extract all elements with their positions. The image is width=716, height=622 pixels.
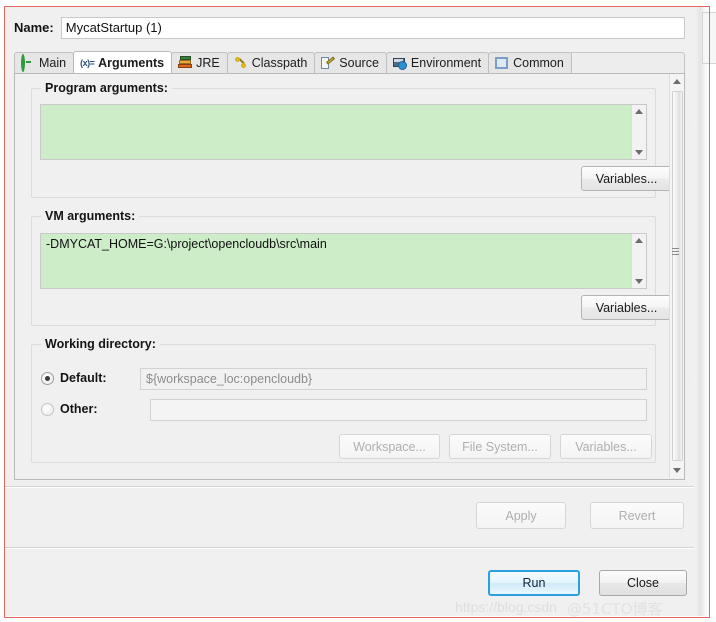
close-button-label: Close <box>627 576 659 590</box>
program-arguments-variables-label: Variables... <box>595 171 658 186</box>
program-arguments-textarea-wrap <box>40 104 647 160</box>
tab-jre[interactable]: JRE <box>171 52 228 73</box>
tab-classpath-label: Classpath <box>251 56 308 70</box>
scrollbar-grip <box>672 248 679 257</box>
vm-arguments-variables-button[interactable]: Variables... <box>581 295 670 320</box>
vm-arguments-variables-label: Variables... <box>595 300 658 315</box>
tab-jre-label: JRE <box>196 56 220 70</box>
classpath-links-icon <box>234 56 248 70</box>
working-directory-variables-button[interactable]: Variables... <box>560 434 652 459</box>
arguments-xx-icon: (x)= <box>80 57 95 68</box>
name-row: Name: MycatStartup (1) <box>5 14 694 41</box>
revert-button-label: Revert <box>618 508 656 523</box>
source-pencil-icon <box>321 56 336 70</box>
tab-arguments[interactable]: (x)= Arguments <box>73 51 173 73</box>
scroll-down-icon[interactable] <box>670 463 684 478</box>
environment-monitor-icon <box>392 56 407 70</box>
scroll-down-icon[interactable] <box>635 279 643 284</box>
tab-environment-label: Environment <box>410 56 482 70</box>
vm-arguments-scrollbar[interactable] <box>631 234 646 288</box>
apply-button-label: Apply <box>505 508 537 523</box>
tab-strip: Main (x)= Arguments JRE Classpath Source <box>14 51 685 74</box>
tab-environment[interactable]: Environment <box>385 52 490 73</box>
file-system-button-label: File System... <box>462 439 538 454</box>
green-circle-arrow-icon <box>21 54 35 72</box>
scroll-down-icon[interactable] <box>635 150 643 155</box>
working-directory-variables-label: Variables... <box>575 439 637 454</box>
tab-source-label: Source <box>339 56 379 70</box>
window-right-edge <box>694 7 710 616</box>
working-directory-other-row[interactable]: Other: <box>41 402 98 416</box>
arguments-tab-content: Program arguments: Variables... VM argum… <box>15 74 670 478</box>
common-window-icon <box>495 56 509 70</box>
vm-arguments-textarea-wrap: -DMYCAT_HOME=G:\project\opencloudb\src\m… <box>40 233 647 289</box>
other-radio-label: Other: <box>60 402 98 416</box>
apply-button[interactable]: Apply <box>476 502 566 529</box>
tab-common[interactable]: Common <box>488 52 572 73</box>
other-radio-icon[interactable] <box>41 402 54 416</box>
working-directory-other-field[interactable] <box>150 399 647 421</box>
program-arguments-scrollbar[interactable] <box>631 105 646 159</box>
configuration-name-input[interactable]: MycatStartup (1) <box>60 16 685 39</box>
tab-arguments-label: Arguments <box>98 55 165 70</box>
separator-above-apply <box>5 486 694 488</box>
tab-main-label: Main <box>39 56 67 70</box>
arguments-tab-panel: Program arguments: Variables... VM argum… <box>14 74 685 480</box>
run-button[interactable]: Run <box>488 570 580 596</box>
close-button[interactable]: Close <box>599 570 687 596</box>
separator-below-apply <box>5 547 694 549</box>
window-right-edge-panel <box>702 12 716 64</box>
tab-common-label: Common <box>513 56 564 70</box>
scroll-up-icon[interactable] <box>670 74 684 89</box>
workspace-button-label: Workspace... <box>353 439 426 454</box>
name-label: Name: <box>14 20 54 35</box>
scroll-up-icon[interactable] <box>635 109 643 114</box>
vm-arguments-input[interactable]: -DMYCAT_HOME=G:\project\opencloudb\src\m… <box>41 234 631 288</box>
program-arguments-title: Program arguments: <box>41 81 172 95</box>
tab-main[interactable]: Main <box>14 52 75 73</box>
revert-button[interactable]: Revert <box>590 502 684 529</box>
scrollbar-thumb[interactable] <box>672 91 683 461</box>
run-configuration-dialog: Name: MycatStartup (1) Main (x)= Argumen… <box>5 7 694 616</box>
panel-vertical-scrollbar[interactable] <box>669 74 684 478</box>
run-button-label: Run <box>522 576 546 590</box>
working-directory-title: Working directory: <box>41 337 160 351</box>
jre-books-icon <box>178 56 193 70</box>
program-arguments-variables-button[interactable]: Variables... <box>581 166 670 191</box>
working-directory-default-row[interactable]: Default: <box>41 371 107 385</box>
program-arguments-input[interactable] <box>41 105 631 159</box>
file-system-button[interactable]: File System... <box>449 434 551 459</box>
default-radio-label: Default: <box>60 371 107 385</box>
scroll-up-icon[interactable] <box>635 238 643 243</box>
default-radio-icon[interactable] <box>41 371 54 385</box>
vm-arguments-title: VM arguments: <box>41 209 140 223</box>
tab-source[interactable]: Source <box>314 52 387 73</box>
tab-classpath[interactable]: Classpath <box>226 52 316 73</box>
workspace-button[interactable]: Workspace... <box>339 434 440 459</box>
tab-strip-filler <box>570 52 685 73</box>
working-directory-default-field: ${workspace_loc:opencloudb} <box>140 368 647 390</box>
